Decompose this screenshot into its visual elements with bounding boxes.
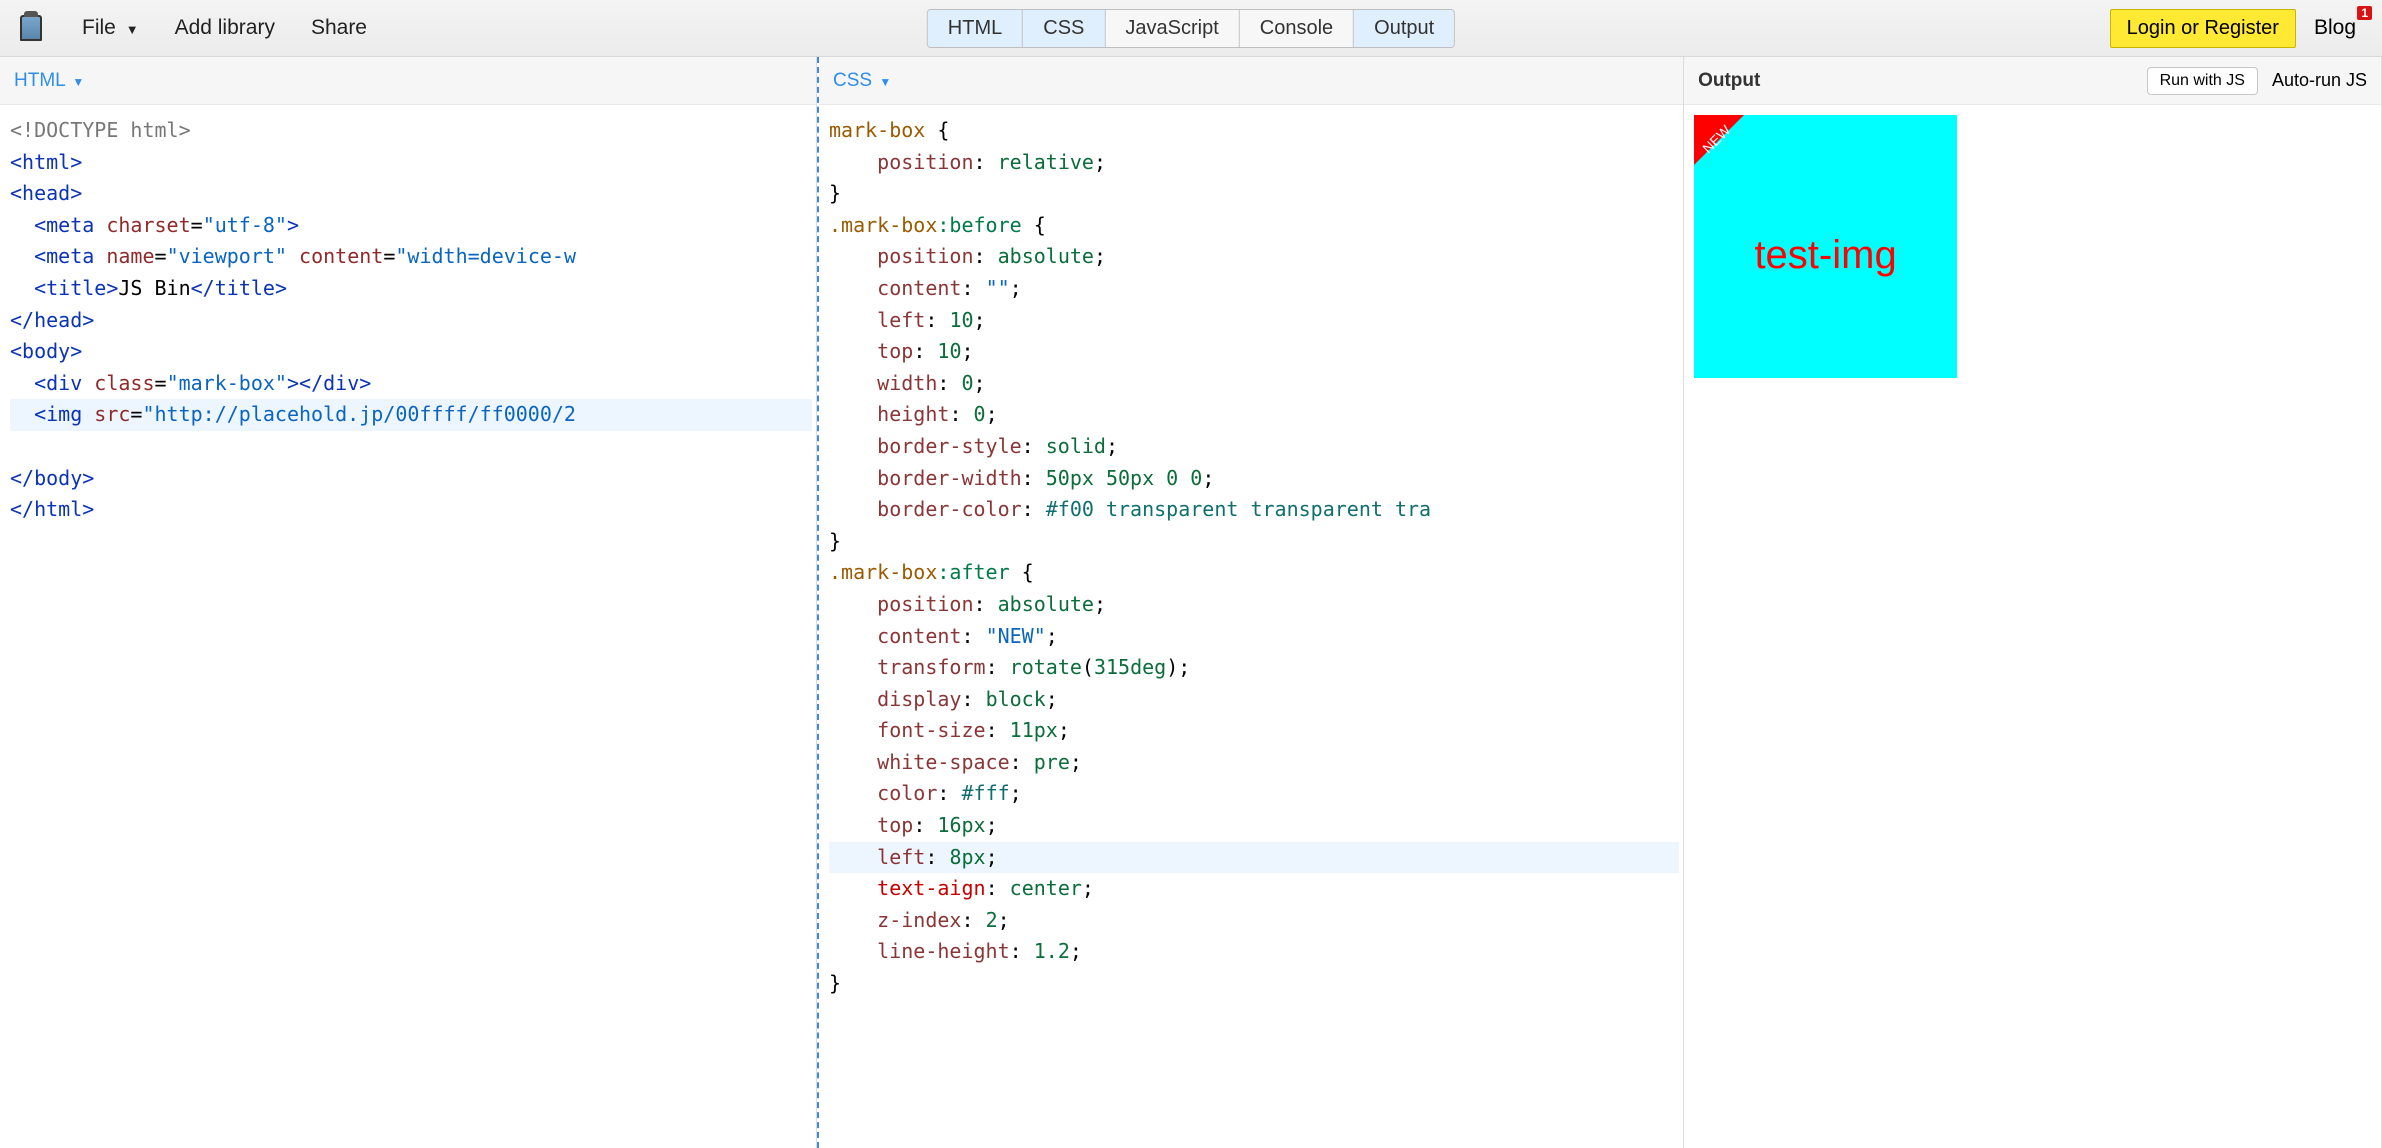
share-menu[interactable]: Share — [293, 10, 385, 46]
panel-css-header: CSS ▼ — [819, 57, 1683, 105]
login-register-button[interactable]: Login or Register — [2110, 9, 2296, 48]
run-with-js-button[interactable]: Run with JS — [2147, 67, 2258, 95]
output-mark-box: NEW test-img — [1694, 115, 1957, 378]
file-menu-label: File — [82, 16, 116, 39]
editor-panels: HTML ▼ <!DOCTYPE html> <html> <head> <me… — [0, 57, 2382, 1148]
toolbar-left: File ▼ Add library Share — [8, 10, 385, 46]
tab-javascript[interactable]: JavaScript — [1105, 10, 1239, 47]
panel-output-header: Output Run with JS Auto-run JS — [1684, 57, 2381, 105]
jsbin-logo-icon[interactable] — [16, 11, 46, 45]
tab-output[interactable]: Output — [1354, 10, 1454, 47]
tab-html[interactable]: HTML — [928, 10, 1023, 47]
blog-badge: 1 — [2357, 6, 2372, 20]
css-editor[interactable]: mark-box { position: relative; } .mark-b… — [819, 105, 1683, 1010]
blog-link[interactable]: Blog 1 — [2314, 16, 2366, 40]
caret-down-icon: ▼ — [126, 22, 139, 37]
placeholder-image-text: test-img — [1694, 233, 1957, 278]
caret-down-icon: ▼ — [72, 75, 84, 89]
output-viewport: NEW test-img — [1684, 105, 2381, 388]
toolbar-right: Login or Register Blog 1 — [2110, 9, 2374, 48]
add-library-menu[interactable]: Add library — [157, 10, 293, 46]
panel-output-label: Output — [1698, 70, 1760, 92]
panel-css: CSS ▼ mark-box { position: relative; } .… — [817, 57, 1684, 1148]
auto-run-js-toggle[interactable]: Auto-run JS — [2272, 70, 2367, 91]
panel-css-label[interactable]: CSS ▼ — [833, 70, 891, 92]
tab-css[interactable]: CSS — [1023, 10, 1105, 47]
caret-down-icon: ▼ — [879, 75, 891, 89]
panel-html-label[interactable]: HTML ▼ — [14, 70, 84, 92]
output-controls: Run with JS Auto-run JS — [2147, 67, 2367, 95]
tab-console[interactable]: Console — [1240, 10, 1354, 47]
file-menu[interactable]: File ▼ — [64, 10, 157, 46]
top-toolbar: File ▼ Add library Share HTML CSS JavaSc… — [0, 0, 2382, 57]
panel-html-header: HTML ▼ — [0, 57, 816, 105]
blog-label: Blog — [2314, 16, 2356, 39]
panel-tabs: HTML CSS JavaScript Console Output — [927, 9, 1455, 48]
panel-html: HTML ▼ <!DOCTYPE html> <html> <head> <me… — [0, 57, 817, 1148]
panel-output: Output Run with JS Auto-run JS NEW test-… — [1684, 57, 2382, 1148]
ribbon-new-label: NEW — [1699, 122, 1733, 156]
html-editor[interactable]: <!DOCTYPE html> <html> <head> <meta char… — [0, 105, 816, 536]
